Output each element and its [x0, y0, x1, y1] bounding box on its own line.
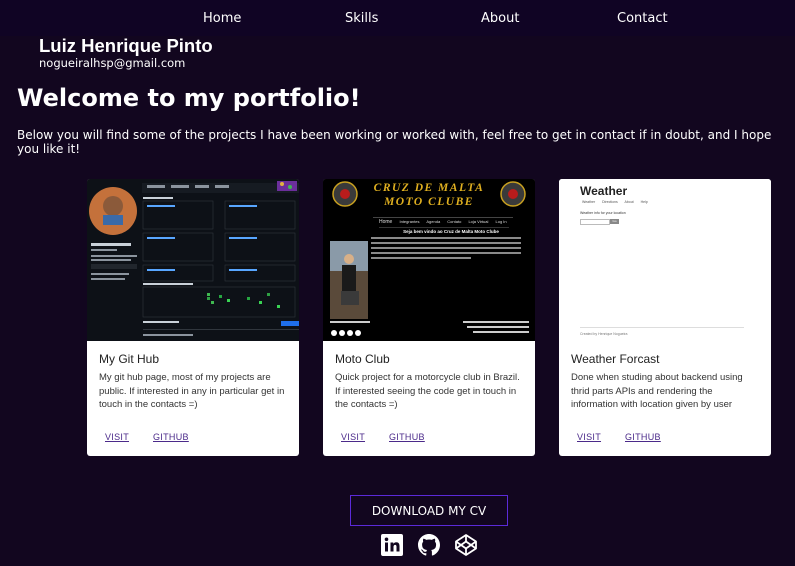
motoclub-preview-image: CRUZ DE MALTA MOTO CLUBE Home Integrante… [323, 179, 535, 341]
nav-skills[interactable]: Skills [345, 11, 378, 26]
brand-name: Luiz Henrique Pinto [39, 35, 213, 56]
project-title: Weather Forcast [571, 352, 660, 366]
github-link[interactable]: GITHUB [153, 432, 189, 442]
linkedin-icon[interactable] [380, 533, 404, 557]
project-description: Quick project for a motorcycle club in B… [335, 372, 520, 410]
nav-home[interactable]: Home [203, 11, 241, 26]
intro-text: Below you will find some of the projects… [17, 128, 772, 156]
codepen-icon[interactable] [454, 533, 478, 557]
download-cv-button[interactable]: DOWNLOAD MY CV [350, 495, 508, 526]
motoclub-menu-agenda: Agenda [426, 219, 441, 224]
project-description: Done when studing about backend using th… [571, 372, 743, 410]
motoclub-menu-contato: Contato [447, 219, 462, 224]
nav-contact[interactable]: Contact [617, 11, 668, 26]
visit-link[interactable]: VISIT [105, 432, 129, 442]
project-title: My Git Hub [99, 352, 160, 366]
project-description: My git hub page, most of my projects are… [99, 372, 285, 410]
nav-about[interactable]: About [481, 11, 519, 26]
github-icon[interactable] [417, 533, 441, 557]
weather-preview-prompt: Weather info for your location [580, 211, 626, 215]
project-card-weather: Weather Weather Directions About Help We… [559, 179, 771, 456]
weather-preview-menu: Weather Directions About Help [582, 200, 648, 204]
project-card-github: My Git Hub My git hub page, most of my p… [87, 179, 299, 456]
weather-preview-button: Go [610, 219, 619, 224]
motoclub-menu: Home Integrantes Agenda Contato Loja Vir… [379, 219, 507, 225]
github-preview-image [87, 179, 299, 341]
weather-preview-input [580, 219, 610, 225]
weather-preview-image: Weather Weather Directions About Help We… [559, 179, 771, 341]
github-link[interactable]: GITHUB [389, 432, 425, 442]
weather-menu-weather: Weather [582, 200, 596, 204]
top-navigation: Home Skills About Contact [0, 0, 795, 36]
project-card-motoclub: CRUZ DE MALTA MOTO CLUBE Home Integrante… [323, 179, 535, 456]
weather-menu-directions: Directions [602, 200, 618, 204]
motoclub-menu-integrantes: Integrantes [399, 219, 420, 224]
motoclub-menu-home: Home [379, 219, 393, 225]
github-preview-graphic [87, 179, 299, 341]
weather-preview-divider [580, 327, 744, 328]
motoclub-welcome-text: Seja bem vindo ao Cruz de Malta Moto Clu… [403, 229, 499, 234]
motoclub-menu-login: Log In [495, 219, 507, 224]
motoclub-banner-line1: CRUZ DE MALTA [373, 182, 485, 194]
github-link[interactable]: GITHUB [625, 432, 661, 442]
visit-link[interactable]: VISIT [577, 432, 601, 442]
brand-email: nogueiralhsp@gmail.com [39, 56, 186, 70]
weather-menu-about: About [624, 200, 634, 204]
page-title: Welcome to my portfolio! [17, 84, 361, 112]
visit-link[interactable]: VISIT [341, 432, 365, 442]
project-title: Moto Club [335, 352, 390, 366]
weather-menu-help: Help [640, 200, 648, 204]
motoclub-menu-loja: Loja Virtual [468, 219, 489, 224]
motoclub-banner-line2: MOTO CLUBE [384, 196, 474, 208]
weather-preview-heading: Weather [580, 184, 628, 198]
weather-preview-footer: Created by Henrique Nogueira [580, 332, 628, 336]
